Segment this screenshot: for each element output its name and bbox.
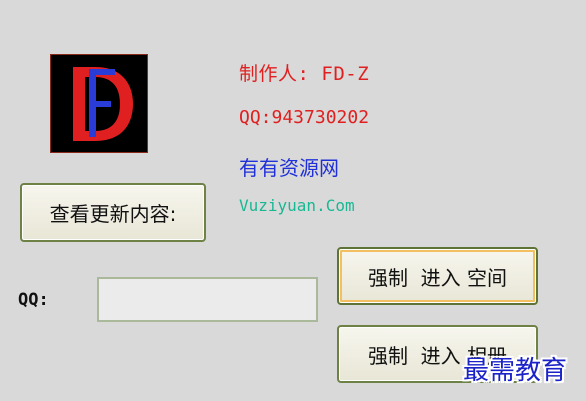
logo-image: [50, 54, 148, 153]
force-enter-space-button[interactable]: 强制 进入 空间: [337, 247, 538, 305]
fd-logo-icon: [51, 55, 147, 152]
author-credit: 制作人: FD-Z: [239, 63, 370, 85]
site-url: Vuziyuan.Com: [239, 196, 355, 215]
view-changelog-button[interactable]: 查看更新内容:: [20, 183, 206, 242]
qq-input[interactable]: [97, 277, 318, 322]
author-qq: QQ:943730202: [239, 107, 370, 128]
watermark-text: 最需教育: [463, 356, 568, 386]
qq-label: QQ:: [18, 290, 49, 310]
site-name: 有有资源网: [239, 156, 339, 180]
